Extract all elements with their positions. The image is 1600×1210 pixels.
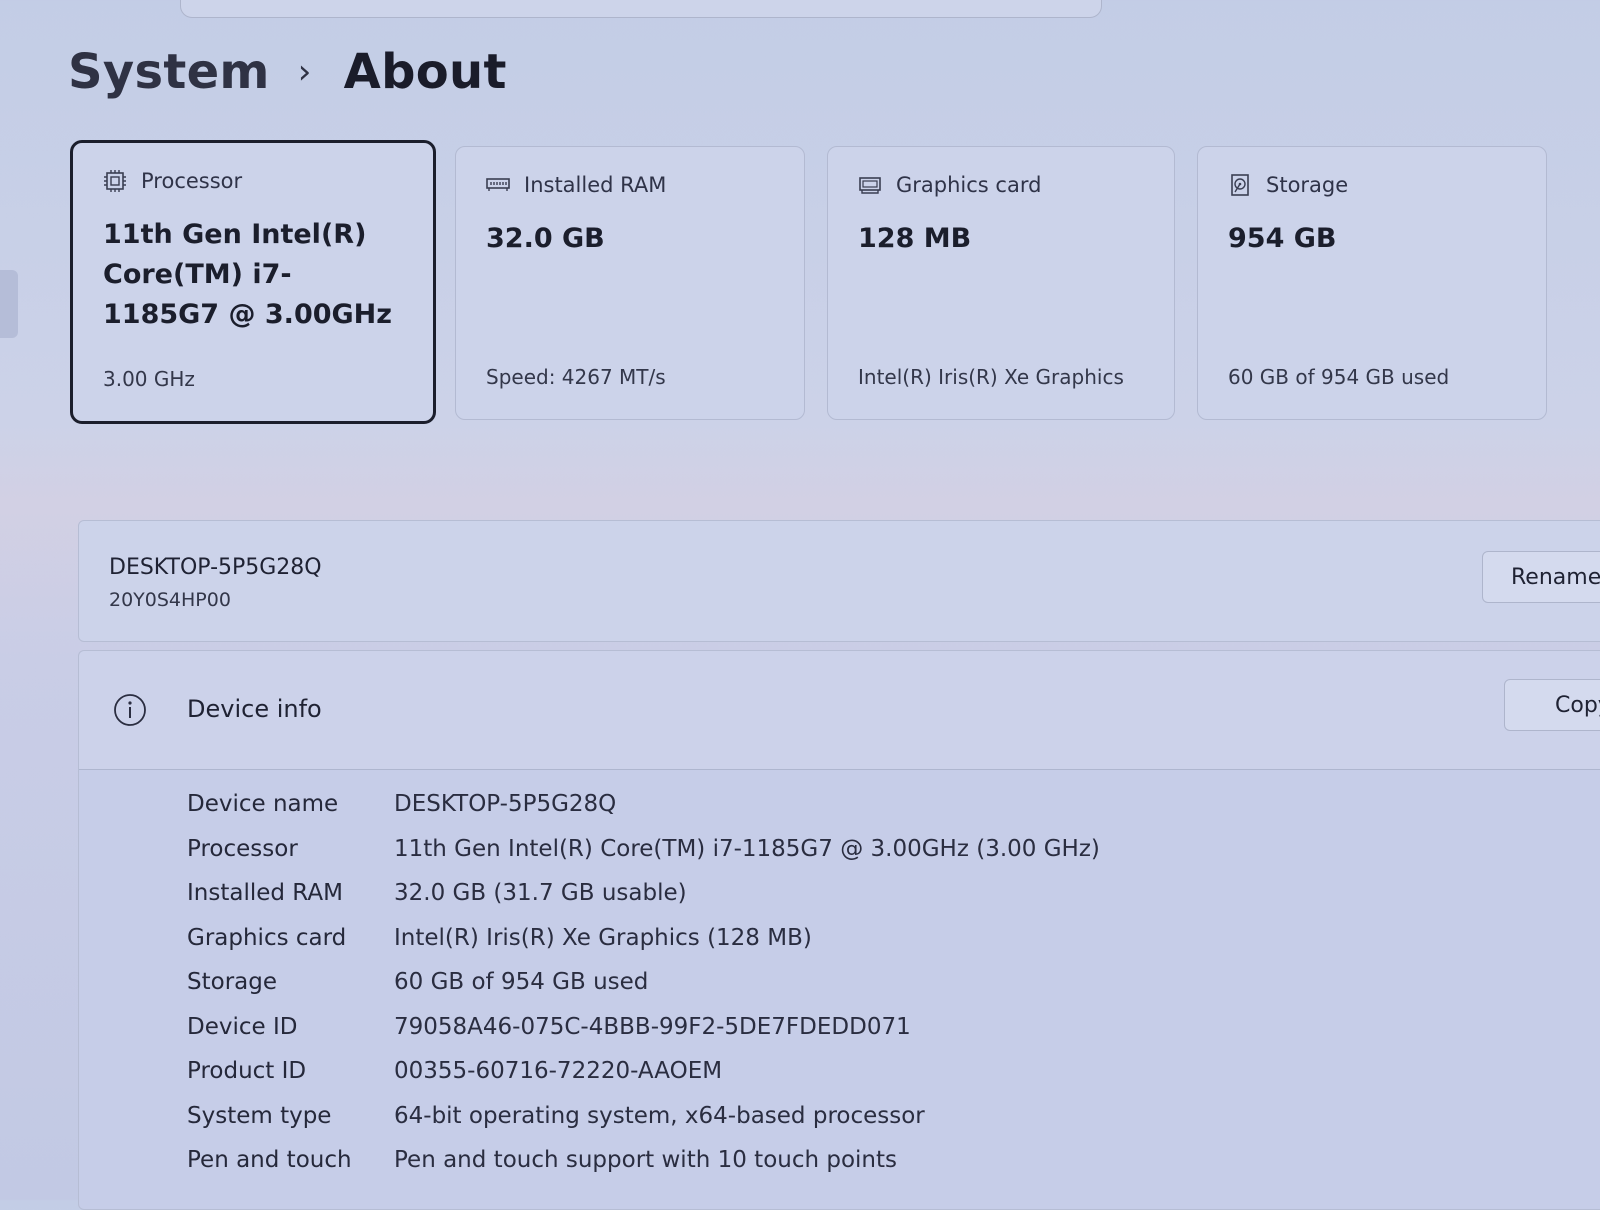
storage-drive-icon [1231, 174, 1249, 196]
rename-button[interactable]: Rename [1482, 551, 1600, 603]
spec-value: DESKTOP-5P5G28Q [394, 791, 617, 817]
card-value: 128 MB [858, 223, 972, 254]
spec-row-installed-ram: Installed RAM 32.0 GB (31.7 GB usable) [187, 880, 1100, 925]
spec-value: Pen and touch support with 10 touch poin… [394, 1147, 898, 1173]
spec-row-pen-and-touch: Pen and touch Pen and touch support with… [187, 1147, 1100, 1192]
card-subtext: Intel(R) Iris(R) Xe Graphics [858, 365, 1124, 389]
spec-row-graphics-card: Graphics card Intel(R) Iris(R) Xe Graphi… [187, 925, 1100, 970]
spec-row-system-type: System type 64-bit operating system, x64… [187, 1103, 1100, 1148]
spec-value: 32.0 GB (31.7 GB usable) [394, 880, 687, 906]
card-header: Processor [103, 169, 242, 193]
spec-label: Device name [187, 791, 339, 817]
spec-value: 11th Gen Intel(R) Core(TM) i7-1185G7 @ 3… [394, 835, 1100, 862]
spec-row-device-name: Device name DESKTOP-5P5G28Q [187, 791, 1100, 836]
spec-list: Device name DESKTOP-5P5G28Q Processor 11… [187, 791, 1100, 1192]
page-title: About [343, 44, 507, 100]
card-header: Graphics card [858, 173, 1041, 197]
spec-label: Device ID [187, 1013, 298, 1040]
card-subtext: 3.00 GHz [103, 367, 195, 391]
ram-module-icon [486, 178, 510, 191]
spec-label: Installed RAM [187, 880, 343, 906]
spec-card-processor[interactable]: Processor 11th Gen Intel(R) Core(TM) i7-… [70, 140, 436, 424]
breadcrumb: System › About [68, 44, 507, 100]
breadcrumb-system-link[interactable]: System [68, 44, 270, 100]
card-value: 11th Gen Intel(R) Core(TM) i7-1185G7 @ 3… [103, 219, 392, 330]
spec-card-storage[interactable]: Storage 954 GB 60 GB of 954 GB used [1197, 146, 1547, 420]
card-value: 954 GB [1228, 223, 1337, 254]
spec-card-graphics[interactable]: Graphics card 128 MB Intel(R) Iris(R) Xe… [827, 146, 1175, 420]
spec-row-product-id: Product ID 00355-60716-72220-AAOEM [187, 1058, 1100, 1103]
spec-value: 60 GB of 954 GB used [394, 969, 649, 995]
chevron-right-icon: › [297, 52, 312, 92]
copy-button[interactable]: Copy [1504, 679, 1600, 731]
device-info-title: Device info [187, 695, 322, 723]
spec-label: System type [187, 1102, 332, 1129]
graphics-card-icon [859, 177, 881, 194]
spec-label: Processor [187, 835, 298, 862]
spec-value: 00355-60716-72220-AAOEM [394, 1058, 723, 1084]
device-info-header[interactable]: Device info [79, 651, 1600, 770]
card-title: Installed RAM [524, 173, 667, 197]
spec-row-device-id: Device ID 79058A46-075C-4BBB-99F2-5DE7FD… [187, 1014, 1100, 1059]
processor-chip-icon [104, 170, 126, 192]
spec-value: 79058A46-075C-4BBB-99F2-5DE7FDEDD071 [394, 1013, 911, 1040]
spec-row-storage: Storage 60 GB of 954 GB used [187, 969, 1100, 1014]
search-box[interactable] [180, 0, 1102, 18]
card-subtext: 60 GB of 954 GB used [1228, 365, 1450, 389]
card-title: Storage [1266, 173, 1349, 197]
spec-label: Graphics card [187, 924, 347, 951]
device-name-panel: DESKTOP-5P5G28Q 20Y0S4HP00 [78, 520, 1600, 642]
nav-pane-edge [0, 270, 18, 338]
spec-label: Pen and touch [187, 1147, 352, 1173]
device-info-panel: Device info Device name DESKTOP-5P5G28Q … [78, 650, 1600, 1210]
card-title: Processor [141, 169, 243, 193]
card-header: Storage [1228, 173, 1348, 197]
card-header: Installed RAM [486, 173, 666, 197]
device-model: 20Y0S4HP00 [109, 589, 231, 611]
spec-label: Storage [187, 969, 277, 995]
card-value: 32.0 GB [486, 223, 605, 254]
spec-label: Product ID [187, 1058, 307, 1084]
card-subtext: Speed: 4267 MT/s [486, 365, 666, 389]
spec-value: 64-bit operating system, x64-based proce… [394, 1102, 925, 1129]
spec-row-processor: Processor 11th Gen Intel(R) Core(TM) i7-… [187, 836, 1100, 881]
device-name: DESKTOP-5P5G28Q [109, 555, 322, 580]
spec-card-installed-ram[interactable]: Installed RAM 32.0 GB Speed: 4267 MT/s [455, 146, 805, 420]
spec-value: Intel(R) Iris(R) Xe Graphics (128 MB) [394, 924, 812, 951]
card-title: Graphics card [896, 173, 1042, 197]
info-circle-icon [114, 694, 146, 726]
